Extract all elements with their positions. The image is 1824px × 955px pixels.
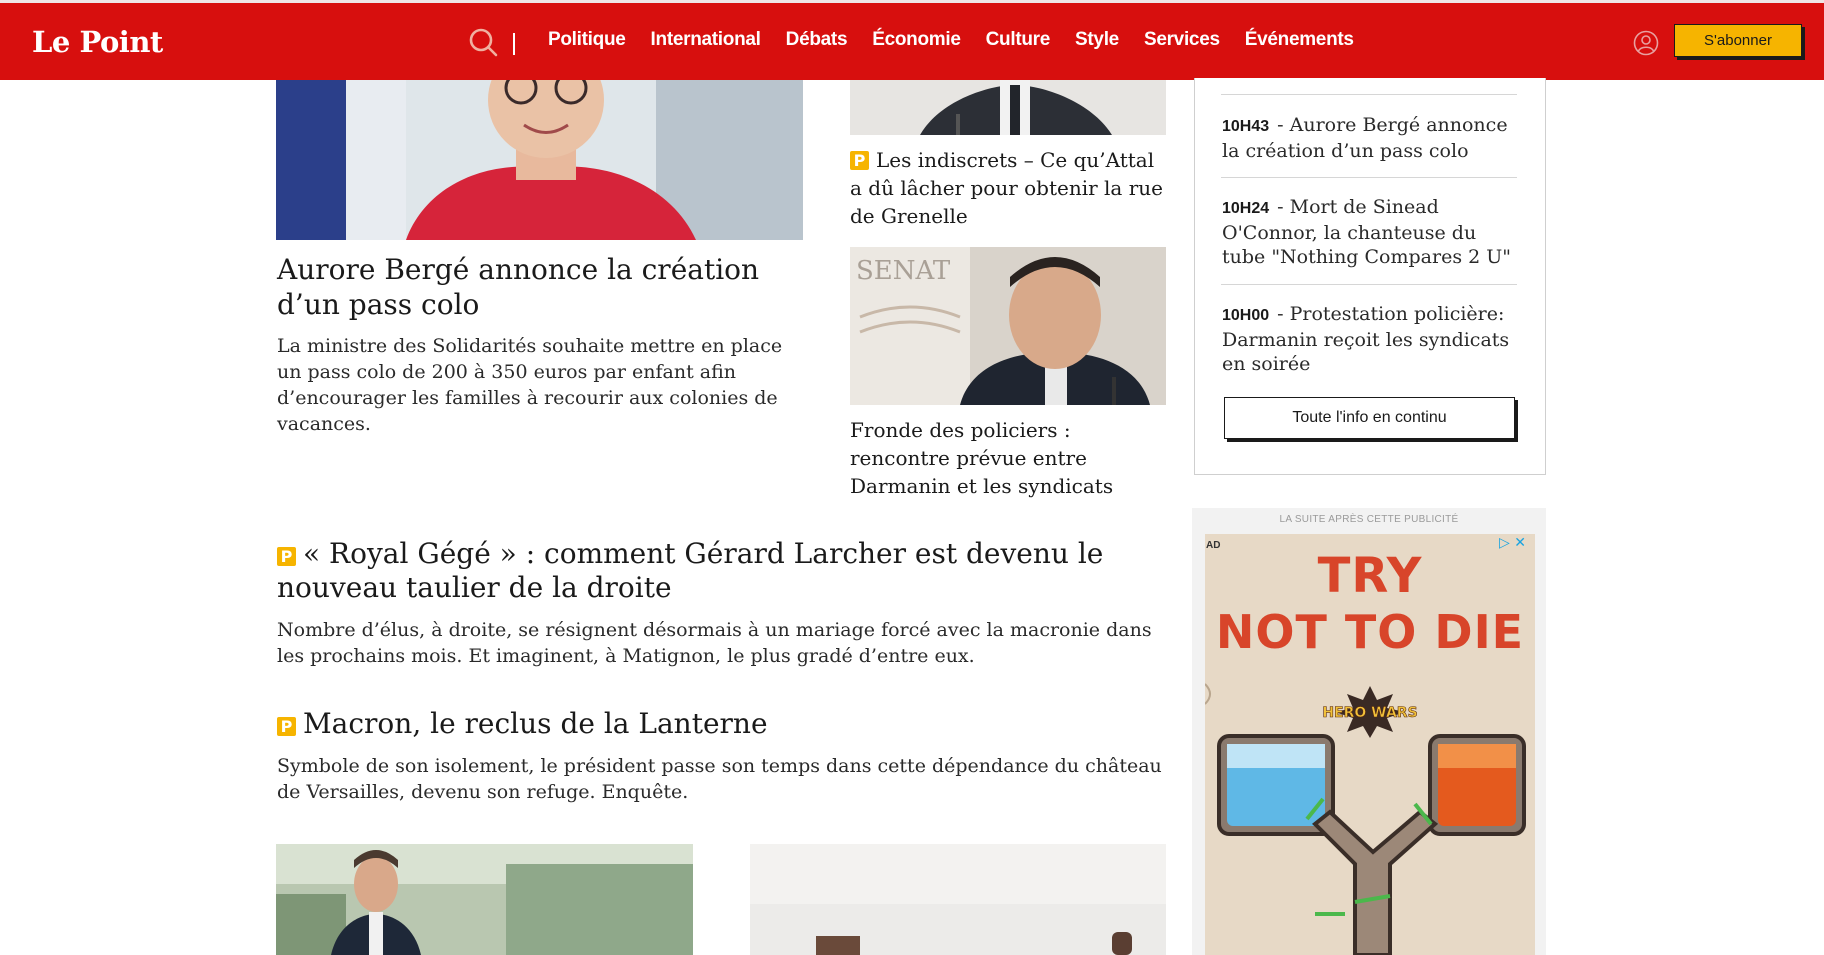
nav-item-evenements[interactable]: Événements (1245, 29, 1354, 51)
main-navigation: Politique International Débats Économie … (548, 29, 1379, 51)
live-item[interactable]: 10H43- Aurore Bergé annonce la création … (1222, 113, 1522, 163)
svg-text:SENAT: SENAT (856, 256, 951, 286)
premium-badge-icon: P (277, 717, 296, 736)
live-divider (1221, 177, 1517, 178)
lead-article-image[interactable] (276, 80, 803, 240)
all-live-news-button[interactable]: Toute l'info en continu (1224, 397, 1515, 439)
live-item[interactable]: 10H00- Protestation policière: Darmanin … (1222, 302, 1522, 376)
live-item[interactable]: 10H24- Mort de Sinead O'Connor, la chant… (1222, 195, 1522, 269)
side-article-image-darmanin[interactable]: SENAT (850, 247, 1166, 405)
feature-article-1-title[interactable]: P « Royal Gégé » : comment Gérard Larcher… (277, 537, 1177, 605)
lead-article-title[interactable]: Aurore Bergé annonce la création d’un pa… (277, 252, 817, 322)
nav-item-style[interactable]: Style (1075, 29, 1119, 51)
live-item-time: 10H24 (1222, 200, 1270, 217)
bottom-article-image-macron[interactable] (276, 844, 693, 955)
feature-article-1-title-text: « Royal Gégé » : comment Gérard Larcher … (277, 537, 1104, 604)
ad-brand-logo: HERO WARS (1315, 686, 1425, 738)
ad-brand-text: HERO WARS (1322, 705, 1417, 721)
lead-article-summary: La ministre des Solidarités souhaite met… (277, 335, 783, 435)
side-article-image-attal[interactable] (850, 80, 1166, 135)
nav-item-economie[interactable]: Économie (872, 29, 961, 51)
user-account-icon[interactable] (1633, 30, 1659, 56)
side-article-1-title[interactable]: P Les indiscrets – Ce qu’Attal a dû lâche… (850, 146, 1170, 230)
live-item-time: 10H43 (1222, 118, 1270, 135)
ad-headline-line-1: TRY (1317, 548, 1423, 604)
search-icon[interactable] (468, 27, 500, 59)
top-navigation-bar: Le Point Politique International Débats … (0, 0, 1824, 80)
ad-headline-line-2: NOT TO DIE (1215, 605, 1525, 659)
live-divider (1221, 94, 1517, 95)
feature-article-2-summary: Symbole de son isolement, le président p… (277, 755, 1162, 803)
nav-item-services[interactable]: Services (1144, 29, 1220, 51)
nav-divider (513, 33, 515, 55)
nav-item-international[interactable]: International (651, 29, 761, 51)
site-logo[interactable]: Le Point (32, 25, 163, 59)
live-item-time: 10H00 (1222, 307, 1270, 324)
nav-item-debats[interactable]: Débats (786, 29, 848, 51)
nav-item-politique[interactable]: Politique (548, 29, 626, 51)
feature-article-2-title[interactable]: P Macron, le reclus de la Lanterne (277, 707, 1177, 741)
premium-badge-icon: P (850, 151, 869, 170)
live-divider (1221, 284, 1517, 285)
bottom-article-image-lanterne[interactable] (750, 844, 1166, 955)
feature-article-2-title-text: Macron, le reclus de la Lanterne (303, 707, 768, 740)
side-article-2-title[interactable]: Fronde des policiers : rencontre prévue … (850, 416, 1170, 500)
premium-badge-icon: P (277, 547, 296, 566)
subscribe-button[interactable]: S'abonner (1674, 24, 1802, 57)
nav-item-culture[interactable]: Culture (986, 29, 1051, 51)
feature-article-1-summary: Nombre d’élus, à droite, se résignent dé… (277, 619, 1152, 667)
side-article-1-title-text: Les indiscrets – Ce qu’Attal a dû lâcher… (850, 148, 1163, 228)
ad-notice: LA SUITE APRÈS CETTE PUBLICITÉ (1279, 514, 1459, 525)
